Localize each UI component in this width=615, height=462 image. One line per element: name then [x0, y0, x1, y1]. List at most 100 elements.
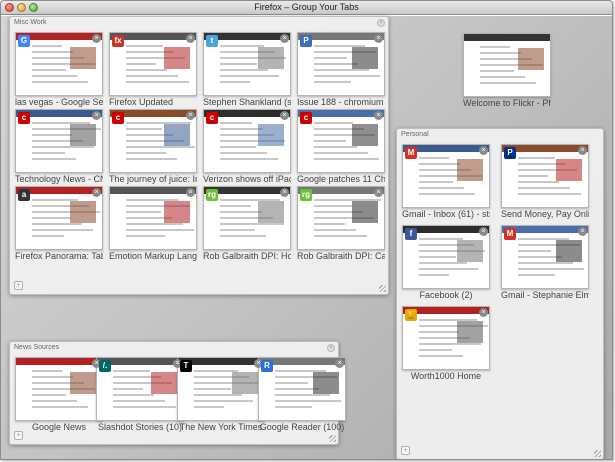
- tab-item[interactable]: P × Issue 188 - chromium -: [297, 32, 385, 109]
- tab-thumbnail[interactable]: 🏆 ×: [402, 306, 490, 370]
- tab-item[interactable]: a × Firefox Panorama: Tab: [15, 186, 103, 263]
- tab-item[interactable]: rg × Rob Galbraith DPI: Hon: [203, 186, 291, 263]
- thumbnail-header: [110, 187, 196, 194]
- tab-item[interactable]: M × Gmail - Inbox (61) - stsh: [402, 144, 490, 221]
- tab-close-icon[interactable]: ×: [479, 308, 488, 317]
- tab-close-icon[interactable]: ×: [92, 188, 101, 197]
- tab-close-icon[interactable]: ×: [92, 111, 101, 120]
- new-tab-icon[interactable]: +: [401, 446, 410, 455]
- tab-item[interactable]: rg × Rob Galbraith DPI: Can: [297, 186, 385, 263]
- thumbnail-text-line: [419, 181, 453, 183]
- tab-thumbnail[interactable]: /. ×: [96, 357, 184, 421]
- tab-close-icon[interactable]: ×: [280, 34, 289, 43]
- tab-thumbnail[interactable]: ×: [109, 186, 197, 250]
- thumbnail-text-line: [220, 223, 284, 225]
- tab-item[interactable]: R × Google Reader (100): [258, 357, 346, 434]
- new-tab-icon[interactable]: +: [14, 431, 23, 440]
- tab-close-icon[interactable]: ×: [280, 111, 289, 120]
- tab-thumbnail[interactable]: t ×: [203, 32, 291, 96]
- group-title[interactable]: Personal: [401, 131, 429, 138]
- tab-thumbnail[interactable]: P ×: [297, 32, 385, 96]
- thumbnail-text-line: [275, 406, 312, 408]
- tab-thumbnail[interactable]: R ×: [258, 357, 346, 421]
- tab-item[interactable]: 🏆 × Worth1000 Home: [402, 306, 490, 383]
- tab-close-icon[interactable]: ×: [479, 146, 488, 155]
- tab-close-icon[interactable]: ×: [186, 111, 195, 120]
- thumbnail-text-line: [126, 81, 189, 83]
- thumbnail-image: [352, 124, 378, 146]
- tab-close-icon[interactable]: ×: [578, 146, 587, 155]
- tab-thumbnail[interactable]: c ×: [203, 109, 291, 173]
- favicon-icon: 🏆: [405, 309, 417, 321]
- tab-thumbnail[interactable]: fx ×: [109, 32, 197, 96]
- tab-item[interactable]: c × Verizon shows off iPad: [203, 109, 291, 186]
- tab-close-icon[interactable]: ×: [280, 188, 289, 197]
- group-close-icon[interactable]: ×: [377, 19, 385, 27]
- thumbnail-text-line: [419, 331, 459, 333]
- group-title[interactable]: News Sources: [14, 344, 59, 351]
- favicon-icon: f: [405, 228, 417, 240]
- tab-close-icon[interactable]: ×: [186, 188, 195, 197]
- tab-item[interactable]: /. × Slashdot Stories (10): [96, 357, 184, 434]
- tab-thumbnail[interactable]: rg ×: [297, 186, 385, 250]
- group-close-icon[interactable]: ×: [327, 344, 335, 352]
- thumbnail-text-line: [32, 394, 66, 396]
- tab-title: Welcome to Flickr - Pho: [463, 98, 551, 108]
- tab-thumbnail[interactable]: M ×: [501, 225, 589, 289]
- tab-title: Stephen Shankland (ste: [203, 97, 291, 107]
- tab-thumbnail[interactable]: ×: [15, 357, 103, 421]
- tab-title: Google Reader (100): [259, 422, 345, 432]
- tab-item[interactable]: fx × Firefox Updated: [109, 32, 197, 109]
- resize-handle[interactable]: [594, 450, 601, 457]
- thumbnail-text-line: [194, 400, 253, 402]
- thumbnail-text-line: [314, 122, 353, 124]
- thumbnail-text-line: [518, 181, 559, 183]
- tab-title: Facebook (2): [419, 290, 473, 300]
- tab-close-icon[interactable]: ×: [186, 34, 195, 43]
- tab-thumbnail[interactable]: a ×: [15, 186, 103, 250]
- tab-close-icon[interactable]: ×: [578, 227, 587, 236]
- group-flickr[interactable]: Welcome to Flickr - Pho: [458, 28, 554, 114]
- tab-thumbnail[interactable]: M ×: [402, 144, 490, 208]
- tab-item[interactable]: G × las vegas - Google Sear: [15, 32, 103, 109]
- tab-item[interactable]: c × The journey of juice: In: [109, 109, 197, 186]
- tab-thumbnail[interactable]: f ×: [402, 225, 490, 289]
- tab-close-icon[interactable]: ×: [374, 34, 383, 43]
- group-misc-work[interactable]: Misc Work × G × las vegas - Google Sear fx ×…: [9, 16, 389, 295]
- tab-item[interactable]: × Google News: [15, 357, 103, 434]
- tab-thumbnail[interactable]: rg ×: [203, 186, 291, 250]
- tab-close-icon[interactable]: ×: [374, 111, 383, 120]
- group-personal[interactable]: Personal M × Gmail - Inbox (61) - stsh P × Se…: [396, 128, 604, 459]
- tab-thumbnail[interactable]: c ×: [15, 109, 103, 173]
- tab-item[interactable]: c × Technology News - CNE: [15, 109, 103, 186]
- thumbnail-text-line: [220, 122, 252, 124]
- thumbnail-text-line: [314, 205, 352, 207]
- tab-thumbnail[interactable]: c ×: [297, 109, 385, 173]
- tab-item[interactable]: M×Gmail - Stephanie Elmes: [501, 225, 589, 302]
- tab-thumbnail[interactable]: G ×: [15, 32, 103, 96]
- tab-item[interactable]: T × The New York Times: [177, 357, 265, 434]
- tab-thumbnail[interactable]: P ×: [501, 144, 589, 208]
- tab-item[interactable]: f × Facebook (2): [402, 225, 490, 302]
- tab-item[interactable]: c × Google patches 11 Chro: [297, 109, 385, 186]
- thumbnail-text-line: [220, 75, 279, 77]
- tab-item[interactable]: P×Send Money, Pay Online: [501, 144, 589, 221]
- tab-item[interactable]: × Emotion Markup Langu: [109, 186, 197, 263]
- group-title[interactable]: Misc Work: [14, 19, 47, 26]
- tab-item[interactable]: t × Stephen Shankland (ste: [203, 32, 291, 109]
- tab-thumbnail[interactable]: [463, 33, 551, 97]
- resize-handle[interactable]: [379, 285, 386, 292]
- new-tab-icon[interactable]: +: [14, 281, 23, 290]
- tab-close-icon[interactable]: ×: [374, 188, 383, 197]
- tab-close-icon[interactable]: ×: [479, 227, 488, 236]
- tab-thumbnail[interactable]: c ×: [109, 109, 197, 173]
- group-news-sources[interactable]: News Sources × × Google News/. × Slashdot S…: [9, 341, 346, 445]
- thumbnail-text-line: [32, 45, 62, 47]
- thumbnail-text-line: [194, 388, 231, 390]
- tab-close-icon[interactable]: ×: [92, 34, 101, 43]
- tab-close-icon[interactable]: ×: [335, 359, 344, 368]
- tab-thumbnail[interactable]: T ×: [177, 357, 265, 421]
- resize-handle[interactable]: [329, 435, 336, 442]
- tab-item[interactable]: Welcome to Flickr - Pho: [463, 33, 551, 110]
- tab-groups-canvas[interactable]: Misc Work × G × las vegas - Google Sear fx ×…: [1, 16, 612, 459]
